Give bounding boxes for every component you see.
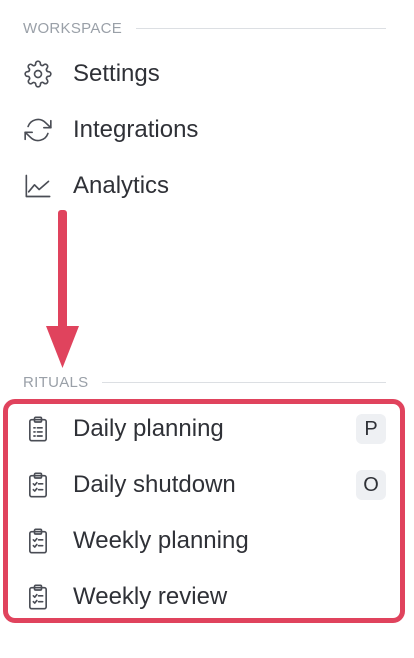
line-chart-icon bbox=[24, 172, 52, 200]
sidebar-item-label: Daily planning bbox=[73, 415, 224, 442]
shortcut-badge: P bbox=[356, 414, 386, 444]
sidebar-item-weekly-review[interactable]: Weekly review bbox=[24, 577, 386, 617]
shortcut-badge: O bbox=[356, 470, 386, 500]
sidebar-item-label: Weekly review bbox=[73, 583, 228, 610]
clipboard-check-icon bbox=[24, 471, 52, 499]
sidebar-item-label: Settings bbox=[73, 60, 160, 87]
workspace-section-title: WORKSPACE bbox=[23, 19, 123, 37]
arrow-down-icon bbox=[46, 210, 79, 368]
section-divider bbox=[102, 381, 386, 383]
sidebar-item-label: Integrations bbox=[73, 116, 199, 143]
sidebar-item-label: Weekly planning bbox=[73, 527, 249, 554]
sidebar-item-settings[interactable]: Settings bbox=[24, 54, 160, 94]
clipboard-check-icon bbox=[24, 527, 52, 555]
sidebar-item-integrations[interactable]: Integrations bbox=[24, 110, 198, 150]
gear-icon bbox=[24, 60, 52, 88]
sync-icon bbox=[24, 116, 52, 144]
sidebar-item-label: Daily shutdown bbox=[73, 471, 236, 498]
sidebar-item-analytics[interactable]: Analytics bbox=[24, 166, 169, 206]
clipboard-list-icon bbox=[24, 415, 52, 443]
workspace-section-header: WORKSPACE bbox=[23, 18, 386, 38]
sidebar-item-daily-planning[interactable]: Daily planning P bbox=[24, 409, 386, 449]
section-divider bbox=[136, 27, 386, 29]
clipboard-check-icon bbox=[24, 583, 52, 611]
sidebar-item-label: Analytics bbox=[73, 172, 170, 199]
sidebar-item-weekly-planning[interactable]: Weekly planning bbox=[24, 521, 386, 561]
rituals-section-title: RITUALS bbox=[23, 373, 89, 391]
rituals-section-header: RITUALS bbox=[23, 372, 386, 392]
sidebar-item-daily-shutdown[interactable]: Daily shutdown O bbox=[24, 465, 386, 505]
